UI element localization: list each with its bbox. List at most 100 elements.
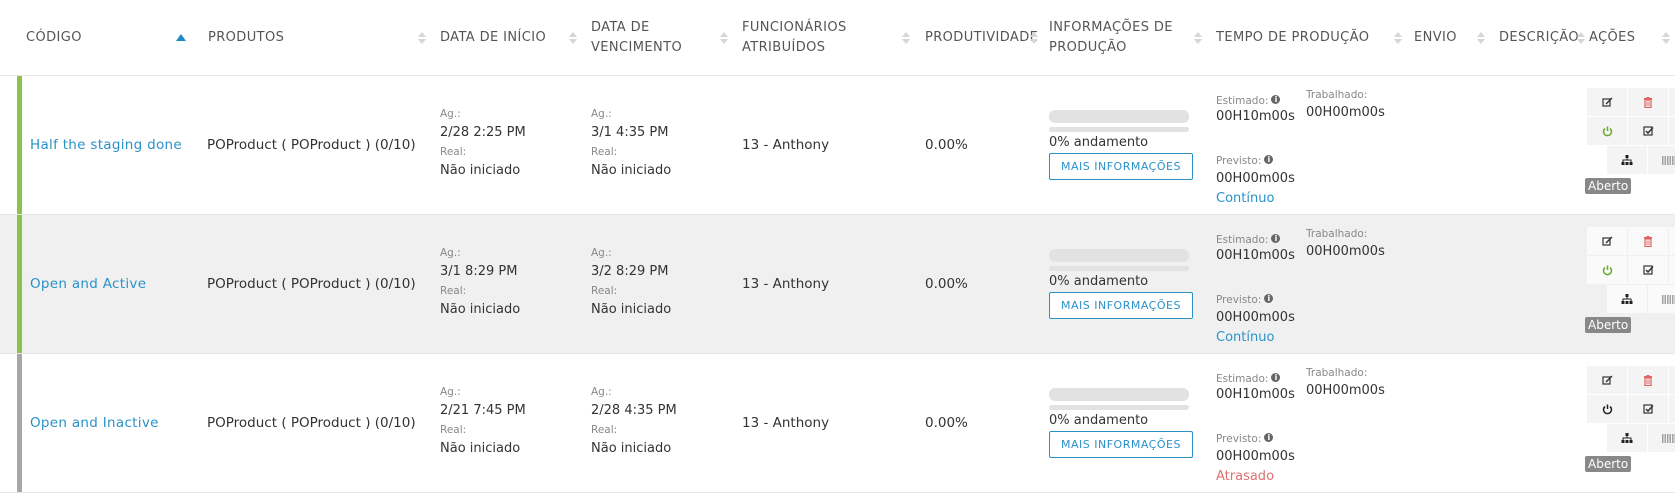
toggle-power-button[interactable] bbox=[1587, 395, 1627, 423]
document-button[interactable] bbox=[1669, 366, 1675, 394]
sort-icon-codigo[interactable] bbox=[176, 0, 186, 75]
production-time-cell: Estimado: i Trabalhado: 00H10m00s 00H00m0… bbox=[1216, 367, 1406, 484]
delete-button[interactable] bbox=[1628, 88, 1668, 116]
due-date-cell: Ag.: 2/28 4:35 PM Real: Não iniciado bbox=[591, 354, 677, 492]
info-icon[interactable]: i bbox=[1271, 373, 1281, 382]
estimated-value: 00H10m00s bbox=[1216, 248, 1295, 263]
barcode-button[interactable] bbox=[1648, 285, 1675, 313]
production-time-cell: Estimado: i Trabalhado: 00H10m00s 00H00m0… bbox=[1216, 89, 1406, 206]
order-code-link[interactable]: Half the staging done bbox=[30, 76, 182, 214]
status-stripe bbox=[17, 76, 22, 214]
due-real-value: Não iniciado bbox=[591, 441, 672, 456]
forecast-label: Previsto: bbox=[1216, 433, 1262, 445]
sort-icon-envio[interactable] bbox=[1476, 0, 1486, 75]
edit-button[interactable] bbox=[1587, 88, 1627, 116]
download-button[interactable] bbox=[1669, 395, 1675, 423]
column-header-data-inicio[interactable]: DATA DE INÍCIO bbox=[440, 0, 546, 75]
edit-button[interactable] bbox=[1587, 227, 1627, 255]
worked-value: 00H00m00s bbox=[1306, 105, 1385, 120]
forecast-value: 00H00m00s bbox=[1216, 449, 1295, 464]
more-info-button[interactable]: MAIS INFORMAÇÕES bbox=[1049, 431, 1193, 458]
power-icon bbox=[1602, 126, 1612, 136]
sort-icon-data-vencimento[interactable] bbox=[719, 0, 729, 75]
production-time-cell: Estimado: i Trabalhado: 00H10m00s 00H00m0… bbox=[1216, 228, 1406, 345]
due-planned-value: 3/1 4:35 PM bbox=[591, 125, 669, 140]
download-button[interactable] bbox=[1669, 256, 1675, 284]
hierarchy-button[interactable] bbox=[1607, 424, 1647, 452]
toggle-power-button[interactable] bbox=[1587, 117, 1627, 145]
order-code-link[interactable]: Open and Active bbox=[30, 215, 146, 353]
column-header-descricao[interactable]: DESCRIÇÃO bbox=[1499, 0, 1579, 75]
more-info-button[interactable]: MAIS INFORMAÇÕES bbox=[1049, 292, 1193, 319]
forecast-value: 00H00m00s bbox=[1216, 310, 1295, 325]
hierarchy-button[interactable] bbox=[1607, 146, 1647, 174]
column-header-funcionarios[interactable]: FUNCIONÁRIOS ATRIBUÍDOS bbox=[742, 0, 847, 75]
status-stripe bbox=[17, 354, 22, 492]
sort-icon-funcionarios[interactable] bbox=[901, 0, 911, 75]
worked-label: Trabalhado: bbox=[1306, 367, 1368, 379]
checklist-button[interactable] bbox=[1628, 395, 1668, 423]
estimated-value: 00H10m00s bbox=[1216, 109, 1295, 124]
start-planned-value: 2/28 2:25 PM bbox=[440, 125, 526, 140]
barcode-icon bbox=[1661, 155, 1674, 165]
info-icon[interactable]: i bbox=[1271, 234, 1281, 243]
column-header-envio[interactable]: ENVIO bbox=[1414, 0, 1457, 75]
checklist-button[interactable] bbox=[1628, 117, 1668, 145]
worked-value: 00H00m00s bbox=[1306, 383, 1385, 398]
start-date-cell: Ag.: 2/28 2:25 PM Real: Não iniciado bbox=[440, 76, 526, 214]
sort-icon-data-inicio[interactable] bbox=[568, 0, 578, 75]
checklist-button[interactable] bbox=[1628, 256, 1668, 284]
more-info-button[interactable]: MAIS INFORMAÇÕES bbox=[1049, 153, 1193, 180]
download-button[interactable] bbox=[1669, 117, 1675, 145]
column-header-produtos[interactable]: PRODUTOS bbox=[208, 0, 284, 75]
production-info-cell: 0% andamento MAIS INFORMAÇÕES bbox=[1049, 215, 1193, 353]
start-date-cell: Ag.: 3/1 8:29 PM Real: Não iniciado bbox=[440, 215, 520, 353]
toggle-power-button[interactable] bbox=[1587, 256, 1627, 284]
barcode-button[interactable] bbox=[1648, 424, 1675, 452]
info-icon[interactable]: i bbox=[1264, 433, 1274, 442]
start-date-cell: Ag.: 2/21 7:45 PM Real: Não iniciado bbox=[440, 354, 526, 492]
document-button[interactable] bbox=[1669, 227, 1675, 255]
estimated-value: 00H10m00s bbox=[1216, 387, 1295, 402]
column-header-data-vencimento[interactable]: DATA DE VENCIMENTO bbox=[591, 0, 682, 75]
sort-icon-informacoes[interactable] bbox=[1193, 0, 1203, 75]
planned-label: Ag.: bbox=[440, 247, 461, 259]
sort-icon-descricao[interactable] bbox=[1576, 0, 1586, 75]
barcode-button[interactable] bbox=[1648, 146, 1675, 174]
delete-button[interactable] bbox=[1628, 366, 1668, 394]
sort-icon-tempo-producao[interactable] bbox=[1393, 0, 1403, 75]
product-cell: POProduct ( POProduct ) (0/10) bbox=[207, 276, 416, 292]
due-planned-value: 3/2 8:29 PM bbox=[591, 264, 669, 279]
hierarchy-icon bbox=[1621, 155, 1633, 165]
delete-button[interactable] bbox=[1628, 227, 1668, 255]
real-label: Real: bbox=[591, 424, 618, 436]
production-info-cell: 0% andamento MAIS INFORMAÇÕES bbox=[1049, 354, 1193, 492]
start-real-value: Não iniciado bbox=[440, 441, 521, 456]
sort-icon-produtos[interactable] bbox=[417, 0, 427, 75]
info-icon[interactable]: i bbox=[1264, 155, 1274, 164]
sort-icon-produtividade[interactable] bbox=[1029, 0, 1039, 75]
start-planned-value: 3/1 8:29 PM bbox=[440, 264, 518, 279]
progress-bar bbox=[1049, 249, 1189, 262]
column-header-tempo-producao[interactable]: TEMPO DE PRODUÇÃO bbox=[1216, 0, 1369, 75]
checklist-icon bbox=[1642, 264, 1654, 275]
assigned-employees-cell: 13 - Anthony bbox=[742, 415, 830, 431]
info-icon[interactable]: i bbox=[1264, 294, 1274, 303]
column-header-informacoes[interactable]: INFORMAÇÕES DE PRODUÇÃO bbox=[1049, 0, 1173, 75]
column-header-produtividade[interactable]: PRODUTIVIDADE bbox=[925, 0, 1038, 75]
edit-button[interactable] bbox=[1587, 366, 1627, 394]
due-date-cell: Ag.: 3/2 8:29 PM Real: Não iniciado bbox=[591, 215, 671, 353]
document-button[interactable] bbox=[1669, 88, 1675, 116]
sort-icon-acoes[interactable] bbox=[1661, 0, 1671, 75]
trash-icon bbox=[1644, 235, 1652, 247]
info-icon[interactable]: i bbox=[1271, 95, 1281, 104]
table-header: CÓDIGO PRODUTOS DATA DE INÍCIO DATA DE V… bbox=[0, 0, 1675, 76]
hierarchy-icon bbox=[1621, 294, 1633, 304]
productivity-cell: 0.00% bbox=[925, 415, 968, 431]
column-header-codigo[interactable]: CÓDIGO bbox=[26, 0, 82, 75]
progress-bar-secondary bbox=[1049, 127, 1189, 132]
planned-label: Ag.: bbox=[591, 386, 612, 398]
order-code-link[interactable]: Open and Inactive bbox=[30, 354, 159, 492]
production-orders-table: CÓDIGO PRODUTOS DATA DE INÍCIO DATA DE V… bbox=[0, 0, 1675, 493]
hierarchy-button[interactable] bbox=[1607, 285, 1647, 313]
